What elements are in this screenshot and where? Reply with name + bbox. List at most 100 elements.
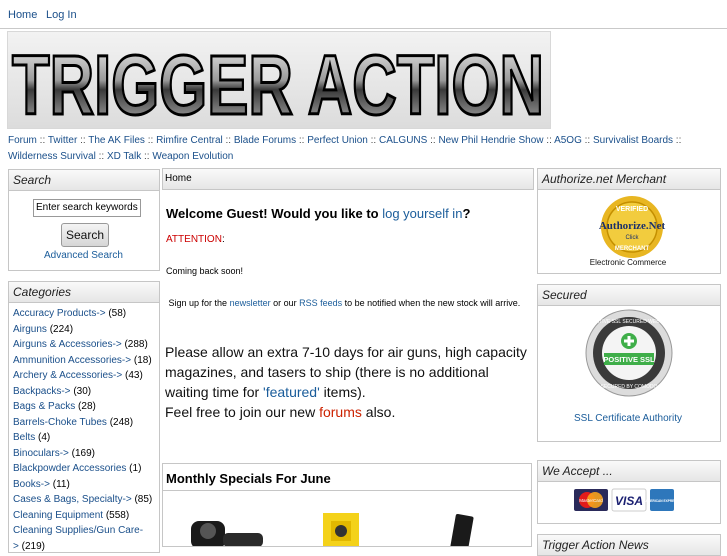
category-link[interactable]: Belts (13, 432, 35, 443)
payment-cards: MasterCard VISA AMERICAN EXPRESS (574, 488, 679, 512)
category-link[interactable]: Cleaning Equipment (13, 510, 103, 521)
newsletter-link[interactable]: newsletter (230, 298, 271, 308)
signup-text-3: to be notified when the new stock will a… (342, 298, 521, 308)
category-item: Binoculars-> (169) (13, 446, 158, 462)
visa-icon: VISA (611, 488, 647, 512)
welcome-message: Welcome Guest! Would you like to log you… (166, 206, 470, 221)
site-banner[interactable]: TRIGGER ACTION (7, 31, 551, 129)
authorize-net-seal-icon[interactable]: VERIFIED Authorize.Net Click MERCHANT (593, 195, 671, 259)
login-link[interactable]: log yourself in (382, 206, 462, 221)
monthly-specials-title: Monthly Specials For June (163, 464, 531, 491)
link-separator: :: (36, 135, 48, 146)
welcome-suffix: ? (462, 206, 471, 221)
category-count: (169) (71, 447, 95, 459)
category-item: Cleaning Supplies/Gun Care- (13, 523, 158, 539)
partner-link[interactable]: Blade Forums (234, 135, 296, 146)
categories-list: Accuracy Products-> (58) Airguns (224) Air… (13, 306, 158, 554)
partner-link[interactable]: New Phil Hendrie Show (438, 135, 543, 146)
category-link[interactable]: Accuracy Products-> (13, 308, 106, 319)
breadcrumb[interactable]: Home (162, 168, 534, 190)
link-separator: :: (543, 135, 555, 146)
top-nav: Home Log In (0, 0, 727, 29)
category-item: Belts (4) (13, 430, 158, 446)
signup-text-1: Sign up for the (168, 298, 230, 308)
link-separator: :: (673, 135, 682, 146)
shipping-text-2: items). (319, 384, 366, 400)
visa-label: VISA (615, 494, 643, 508)
nav-login-link[interactable]: Log In (46, 9, 77, 21)
partner-link[interactable]: Twitter (48, 135, 77, 146)
partner-link[interactable]: XD Talk (107, 151, 141, 162)
category-count: (85) (134, 494, 153, 505)
search-button[interactable]: Search (61, 223, 109, 247)
ssl-certificate-authority-link[interactable]: SSL Certificate Authority (538, 413, 718, 424)
category-item: Cases & Bags, Specialty-> (85) (13, 492, 158, 508)
category-link[interactable]: Ammunition Accessories-> (13, 355, 131, 366)
partner-link[interactable]: Rimfire Central (156, 135, 223, 146)
ssl-seal-ring: POSITIVE SSL SECURED WEBSITE (587, 319, 671, 325)
featured-link[interactable]: 'featured' (263, 384, 320, 400)
category-link[interactable]: Archery & Accessories-> (13, 370, 122, 381)
product-scope-mount-image[interactable] (191, 521, 263, 547)
category-item: Backpacks-> (30) (13, 384, 158, 400)
rss-feeds-link[interactable]: RSS feeds (299, 298, 342, 308)
partner-link[interactable]: The AK Files (88, 135, 145, 146)
category-link[interactable]: Cleaning Supplies/Gun Care- (13, 525, 143, 536)
partner-link[interactable]: CALGUNS (379, 135, 427, 146)
category-link[interactable]: Airguns & Accessories-> (13, 339, 122, 350)
advanced-search-link[interactable]: Advanced Search (44, 250, 123, 261)
partner-link[interactable]: A5OG (554, 135, 582, 146)
category-count: (4) (38, 432, 51, 443)
category-count: (43) (125, 370, 143, 381)
partner-links: Forum :: Twitter :: The AK Files :: Rimf… (8, 133, 720, 165)
category-item: Blackpowder Accessories (1) (13, 461, 158, 477)
news-box: Trigger Action News (537, 534, 721, 556)
category-item: Airguns & Accessories-> (288) (13, 337, 158, 353)
category-link[interactable]: Airguns (13, 324, 47, 335)
category-count: (219) (21, 540, 45, 552)
category-item: Ammunition Accessories-> (18) (13, 353, 158, 369)
category-item: Books-> (11) (13, 477, 158, 493)
category-link[interactable]: Blackpowder Accessories (13, 463, 126, 474)
link-separator: :: (144, 135, 157, 146)
banner-logo: TRIGGER ACTION (11, 37, 546, 129)
search-input[interactable]: Enter search keywords (33, 199, 141, 217)
ssl-seal-bottom: SECURED BY COMODO (601, 384, 658, 390)
category-item: Cleaning Equipment (558) (13, 508, 158, 524)
category-count: (558) (105, 509, 130, 521)
partner-link[interactable]: Wilderness Survival (8, 151, 96, 162)
category-link[interactable]: Binoculars-> (13, 448, 69, 459)
attention-notice: ATTENTION: (166, 234, 225, 245)
categories-title: Categories (9, 282, 159, 303)
category-link[interactable]: Books-> (13, 479, 50, 490)
category-link[interactable]: Backpacks-> (13, 386, 71, 397)
partner-link[interactable]: Weapon Evolution (152, 151, 233, 162)
partner-link[interactable]: Forum (8, 135, 37, 146)
authorize-seal-bottom: MERCHANT (615, 246, 650, 252)
positive-ssl-seal-icon[interactable]: POSITIVE SSL POSITIVE SSL SECURED WEBSIT… (585, 309, 673, 397)
link-separator: :: (427, 135, 439, 146)
product-magazine-image[interactable] (450, 514, 474, 547)
authorize-seal-top: VERIFIED (616, 206, 648, 213)
category-link[interactable]: Cases & Bags, Specialty-> (13, 494, 132, 505)
secured-box: Secured POSITIVE SSL POSITIVE SSL SECURE… (537, 284, 721, 442)
category-item: Bags & Packs (28) (13, 399, 158, 415)
amex-icon: AMERICAN EXPRESS (645, 489, 679, 511)
authorize-box: Authorize.net Merchant VERIFIED Authoriz… (537, 168, 721, 274)
attention-colon: : (221, 234, 225, 245)
banner-title: TRIGGER ACTION (12, 38, 544, 128)
partner-link[interactable]: Perfect Union (307, 135, 368, 146)
partner-link[interactable]: Survivalist Boards (593, 135, 673, 146)
category-link[interactable]: Bags & Packs (13, 401, 75, 412)
category-link[interactable]: Barrels-Choke Tubes (13, 417, 107, 428)
authorize-box-title: Authorize.net Merchant (538, 169, 720, 190)
shipping-notice: Please allow an extra 7-10 days for air … (165, 342, 527, 422)
forums-link[interactable]: forums (319, 404, 362, 420)
category-count: (248) (109, 416, 134, 428)
product-target-package-image[interactable] (323, 513, 359, 547)
category-count: (28) (78, 401, 96, 412)
nav-home-link[interactable]: Home (8, 9, 37, 21)
category-count: (30) (73, 385, 92, 397)
category-link[interactable]: > (13, 541, 19, 552)
amex-label: AMERICAN EXPRESS (645, 499, 678, 503)
